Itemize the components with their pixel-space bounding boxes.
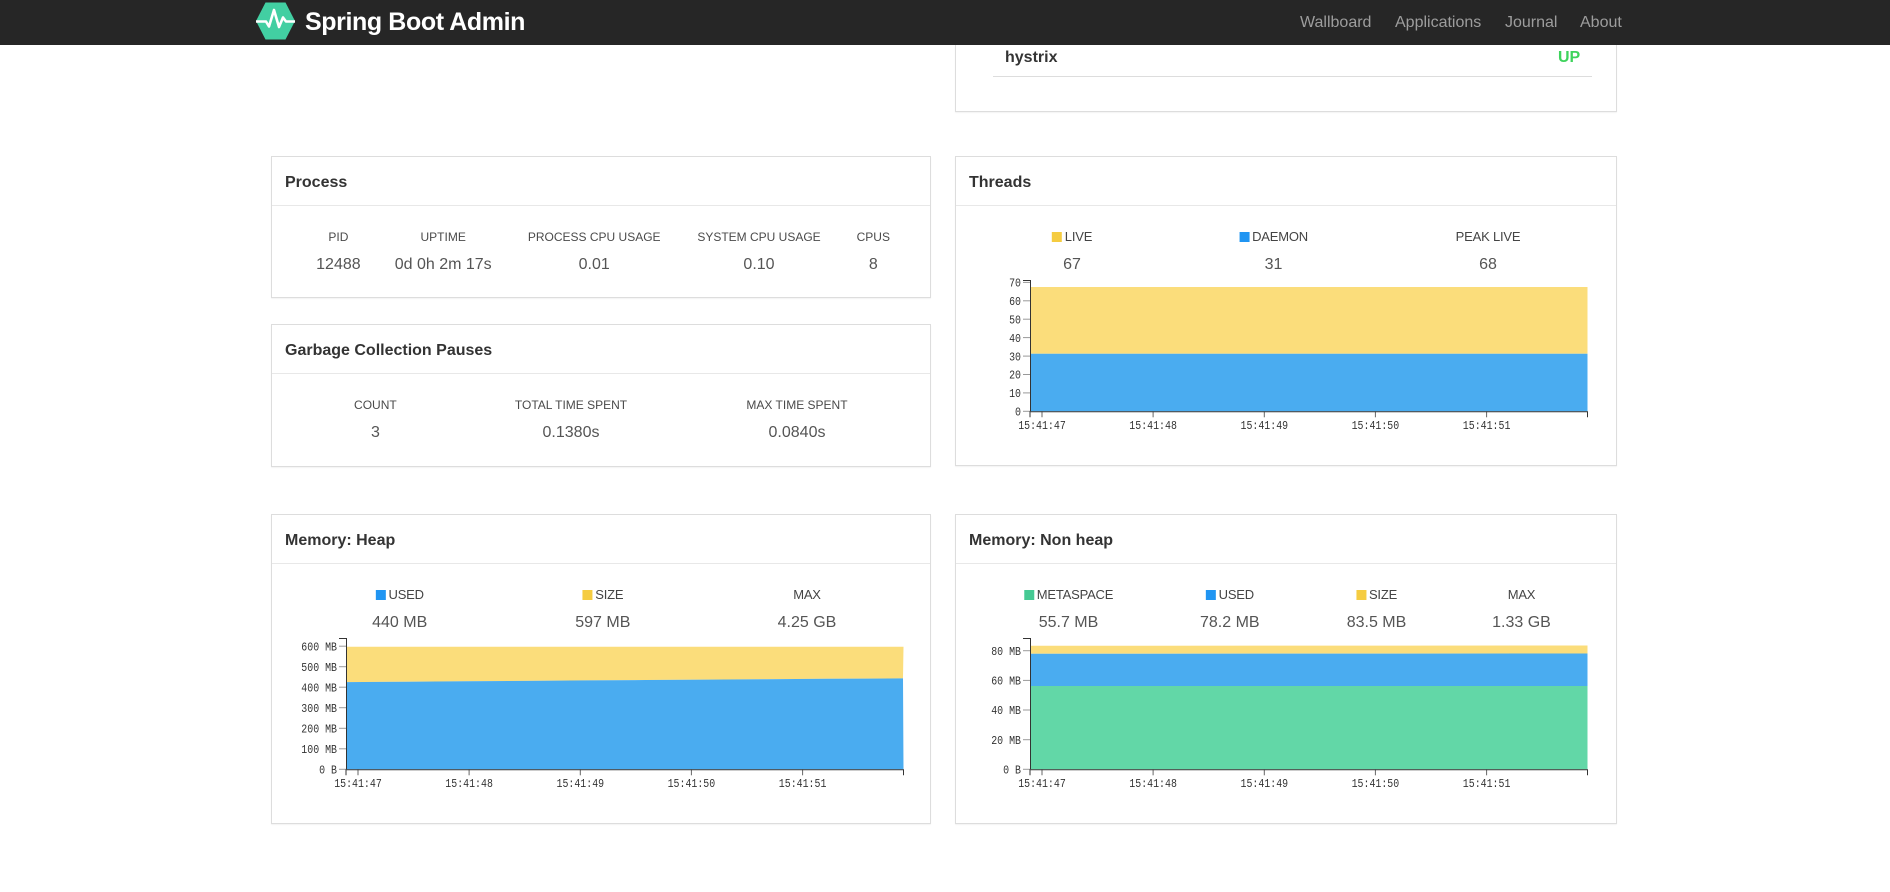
svg-text:300 MB: 300 MB — [301, 703, 337, 716]
svg-text:15:41:50: 15:41:50 — [1352, 420, 1400, 433]
svg-text:50: 50 — [1009, 314, 1021, 327]
svg-text:100 MB: 100 MB — [301, 744, 337, 757]
svg-text:15:41:51: 15:41:51 — [1463, 420, 1511, 433]
svg-text:15:41:48: 15:41:48 — [1129, 778, 1177, 791]
svg-text:15:41:50: 15:41:50 — [1352, 778, 1400, 791]
svg-text:15:41:49: 15:41:49 — [1241, 420, 1289, 433]
svg-text:500 MB: 500 MB — [301, 662, 337, 675]
svg-text:0 B: 0 B — [319, 765, 337, 778]
svg-text:0 B: 0 B — [1003, 765, 1021, 778]
svg-text:200 MB: 200 MB — [301, 724, 337, 737]
svg-text:15:41:47: 15:41:47 — [334, 778, 382, 791]
svg-text:15:41:47: 15:41:47 — [1018, 420, 1066, 433]
svg-text:10: 10 — [1009, 388, 1021, 401]
svg-text:20: 20 — [1009, 370, 1021, 383]
svg-text:400 MB: 400 MB — [301, 682, 337, 695]
svg-text:15:41:48: 15:41:48 — [1129, 420, 1177, 433]
svg-text:15:41:49: 15:41:49 — [1241, 778, 1289, 791]
svg-text:60: 60 — [1009, 296, 1021, 309]
svg-text:15:41:51: 15:41:51 — [779, 778, 827, 791]
svg-text:0: 0 — [1015, 407, 1021, 420]
svg-text:15:41:51: 15:41:51 — [1463, 778, 1511, 791]
svg-text:70: 70 — [1009, 278, 1021, 291]
svg-text:80 MB: 80 MB — [991, 646, 1021, 659]
svg-text:20 MB: 20 MB — [991, 735, 1021, 748]
svg-text:15:41:48: 15:41:48 — [445, 778, 493, 791]
svg-text:40: 40 — [1009, 333, 1021, 346]
svg-text:600 MB: 600 MB — [301, 641, 337, 654]
svg-text:40 MB: 40 MB — [991, 705, 1021, 718]
svg-text:60 MB: 60 MB — [991, 676, 1021, 689]
svg-text:30: 30 — [1009, 351, 1021, 364]
svg-text:15:41:50: 15:41:50 — [668, 778, 716, 791]
svg-text:15:41:49: 15:41:49 — [557, 778, 605, 791]
svg-text:15:41:47: 15:41:47 — [1018, 778, 1066, 791]
